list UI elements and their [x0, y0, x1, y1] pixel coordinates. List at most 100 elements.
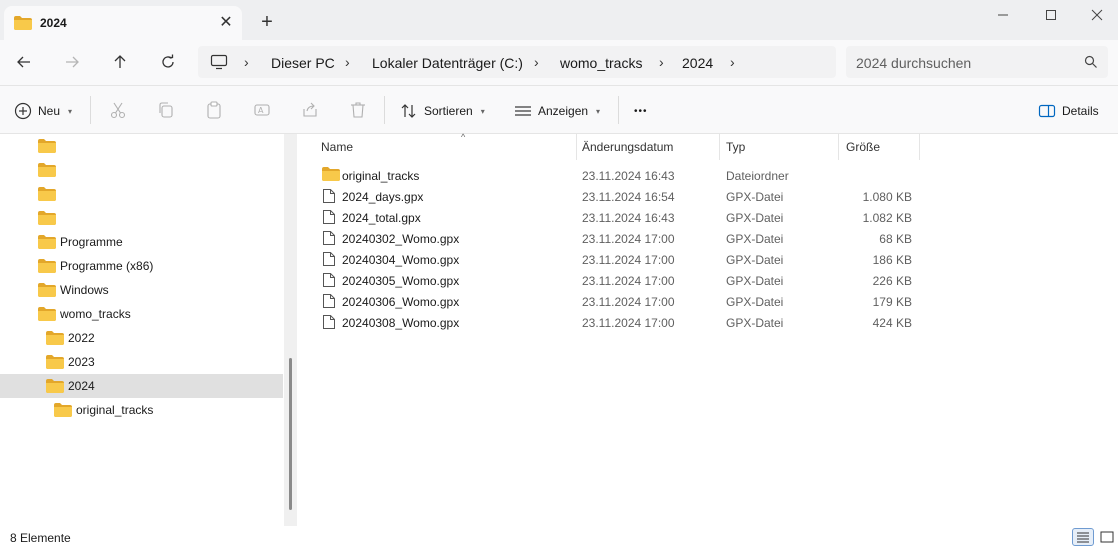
sort-button[interactable]: Sortieren ▾ [400, 100, 485, 122]
file-type: Dateiordner [726, 169, 789, 183]
sidebar-item[interactable] [0, 134, 283, 158]
column-name-label: Name [321, 140, 354, 154]
cut-button[interactable] [108, 100, 128, 120]
breadcrumb-womo-tracks[interactable]: womo_tracks [560, 55, 642, 71]
file-row[interactable]: 20240306_Womo.gpx 23.11.2024 17:00 GPX-Dat… [316, 291, 916, 312]
sidebar-item-label: 2022 [68, 331, 95, 345]
breadcrumb-dieser-pc[interactable]: Dieser PC [271, 55, 335, 71]
folder-icon [38, 187, 56, 204]
folder-icon [38, 211, 56, 228]
sort-icon [401, 104, 416, 118]
new-button[interactable]: Neu ▾ [14, 100, 72, 122]
file-list: Name ^ Änderungsdatum Typ Größe original… [300, 132, 1118, 526]
file-icon [322, 251, 336, 270]
up-button[interactable] [106, 50, 134, 74]
file-row[interactable]: 2024_total.gpx 23.11.2024 16:43 GPX-Datei 1… [316, 207, 916, 228]
back-button[interactable] [10, 50, 38, 74]
folder-icon [54, 403, 72, 420]
new-tab-button[interactable]: + [256, 12, 278, 34]
sidebar-item-label: Programme [60, 235, 123, 249]
column-header-name[interactable]: Name ^ [321, 132, 576, 160]
chevron-right-icon[interactable]: › [659, 54, 664, 70]
column-divider[interactable] [719, 134, 720, 160]
column-header-date[interactable]: Änderungsdatum [582, 134, 720, 160]
navigation-bar: › Dieser PC › Lokaler Datenträger (C:) ›… [0, 40, 1118, 86]
divider [618, 96, 619, 124]
file-row[interactable]: 20240302_Womo.gpx 23.11.2024 17:00 GPX-Dat… [316, 228, 916, 249]
sidebar-item[interactable]: 2024 [0, 374, 283, 398]
sidebar-item[interactable]: original_tracks [0, 398, 283, 422]
maximize-icon [1046, 10, 1056, 20]
chevron-down-icon: ▾ [480, 106, 485, 116]
breadcrumb-2024[interactable]: 2024 [682, 55, 713, 71]
close-tab-icon[interactable]: ✕ [216, 13, 236, 33]
folder-icon [46, 355, 64, 372]
close-icon [1091, 9, 1103, 21]
scrollbar-thumb[interactable] [289, 358, 292, 510]
sidebar-item-label: Windows [60, 283, 109, 297]
file-type: GPX-Datei [726, 232, 784, 246]
sidebar-item[interactable]: Programme (x86) [0, 254, 283, 278]
svg-text:A: A [258, 106, 264, 115]
sidebar-item[interactable]: 2023 [0, 350, 283, 374]
sort-label: Sortieren [424, 104, 473, 118]
file-row[interactable]: 20240304_Womo.gpx 23.11.2024 17:00 GPX-Dat… [316, 249, 916, 270]
file-size: 1.080 KB [862, 190, 912, 204]
column-divider[interactable] [576, 134, 577, 160]
search-field[interactable]: 2024 durchsuchen [846, 46, 1108, 78]
delete-button[interactable] [348, 100, 368, 120]
more-options-button[interactable]: ••• [634, 100, 648, 122]
sidebar-item[interactable]: Programme [0, 230, 283, 254]
copy-button[interactable] [156, 100, 176, 120]
chevron-right-icon[interactable]: › [730, 54, 735, 70]
column-divider[interactable] [919, 134, 920, 160]
chevron-down-icon: ▾ [68, 106, 73, 116]
tab-2024[interactable]: 2024 ✕ [4, 6, 242, 40]
sidebar-item[interactable]: Windows [0, 278, 283, 302]
view-button[interactable]: Anzeigen ▾ [514, 100, 600, 122]
file-icon [322, 272, 336, 291]
sidebar-item-label: womo_tracks [60, 307, 131, 321]
file-row[interactable]: original_tracks 23.11.2024 16:43 Dateiordn… [316, 165, 916, 186]
file-name: 20240304_Womo.gpx [342, 253, 460, 267]
maximize-button[interactable] [1028, 0, 1074, 30]
sidebar-item[interactable] [0, 158, 283, 182]
sidebar-item[interactable] [0, 206, 283, 230]
file-row[interactable]: 20240308_Womo.gpx 23.11.2024 17:00 GPX-Dat… [316, 312, 916, 333]
refresh-button[interactable] [154, 50, 182, 74]
tiles-view-button[interactable] [1096, 528, 1118, 546]
file-date: 23.11.2024 17:00 [582, 253, 675, 267]
column-divider[interactable] [838, 134, 839, 160]
sidebar-item[interactable]: womo_tracks [0, 302, 283, 326]
folder-icon [46, 379, 64, 396]
file-date: 23.11.2024 17:00 [582, 274, 675, 288]
details-pane-icon [1038, 104, 1056, 118]
status-bar: 8 Elemente [0, 526, 1118, 547]
chevron-right-icon[interactable]: › [244, 54, 249, 70]
close-window-button[interactable] [1074, 0, 1118, 30]
file-type: GPX-Datei [726, 253, 784, 267]
chevron-right-icon[interactable]: › [534, 54, 539, 70]
sidebar-item[interactable]: 2022 [0, 326, 283, 350]
file-date: 23.11.2024 16:54 [582, 190, 675, 204]
file-row[interactable]: 20240305_Womo.gpx 23.11.2024 17:00 GPX-Dat… [316, 270, 916, 291]
column-header-type[interactable]: Typ [726, 134, 838, 160]
file-size: 186 KB [872, 253, 912, 267]
navigation-pane: original_tracks 2024 2023 2022 womo_tracks Wi… [0, 134, 297, 526]
file-icon [322, 209, 336, 228]
column-header-size[interactable]: Größe [846, 134, 918, 160]
file-row[interactable]: 2024_days.gpx 23.11.2024 16:54 GPX-Datei 1.… [316, 186, 916, 207]
sidebar-item[interactable] [0, 182, 283, 206]
minimize-button[interactable] [980, 0, 1026, 30]
breadcrumb-lokaler-datentraeger[interactable]: Lokaler Datenträger (C:) [372, 55, 523, 71]
share-button[interactable] [300, 100, 320, 120]
forward-button[interactable] [58, 50, 86, 74]
file-icon [322, 293, 336, 312]
address-bar[interactable]: › Dieser PC › Lokaler Datenträger (C:) ›… [198, 46, 836, 78]
rename-button[interactable]: A [252, 100, 272, 120]
chevron-right-icon[interactable]: › [345, 54, 350, 70]
details-view-button[interactable] [1072, 528, 1094, 546]
details-pane-button[interactable]: Details [1038, 100, 1099, 122]
paste-button[interactable] [204, 100, 224, 120]
plus-circle-icon [14, 102, 32, 120]
